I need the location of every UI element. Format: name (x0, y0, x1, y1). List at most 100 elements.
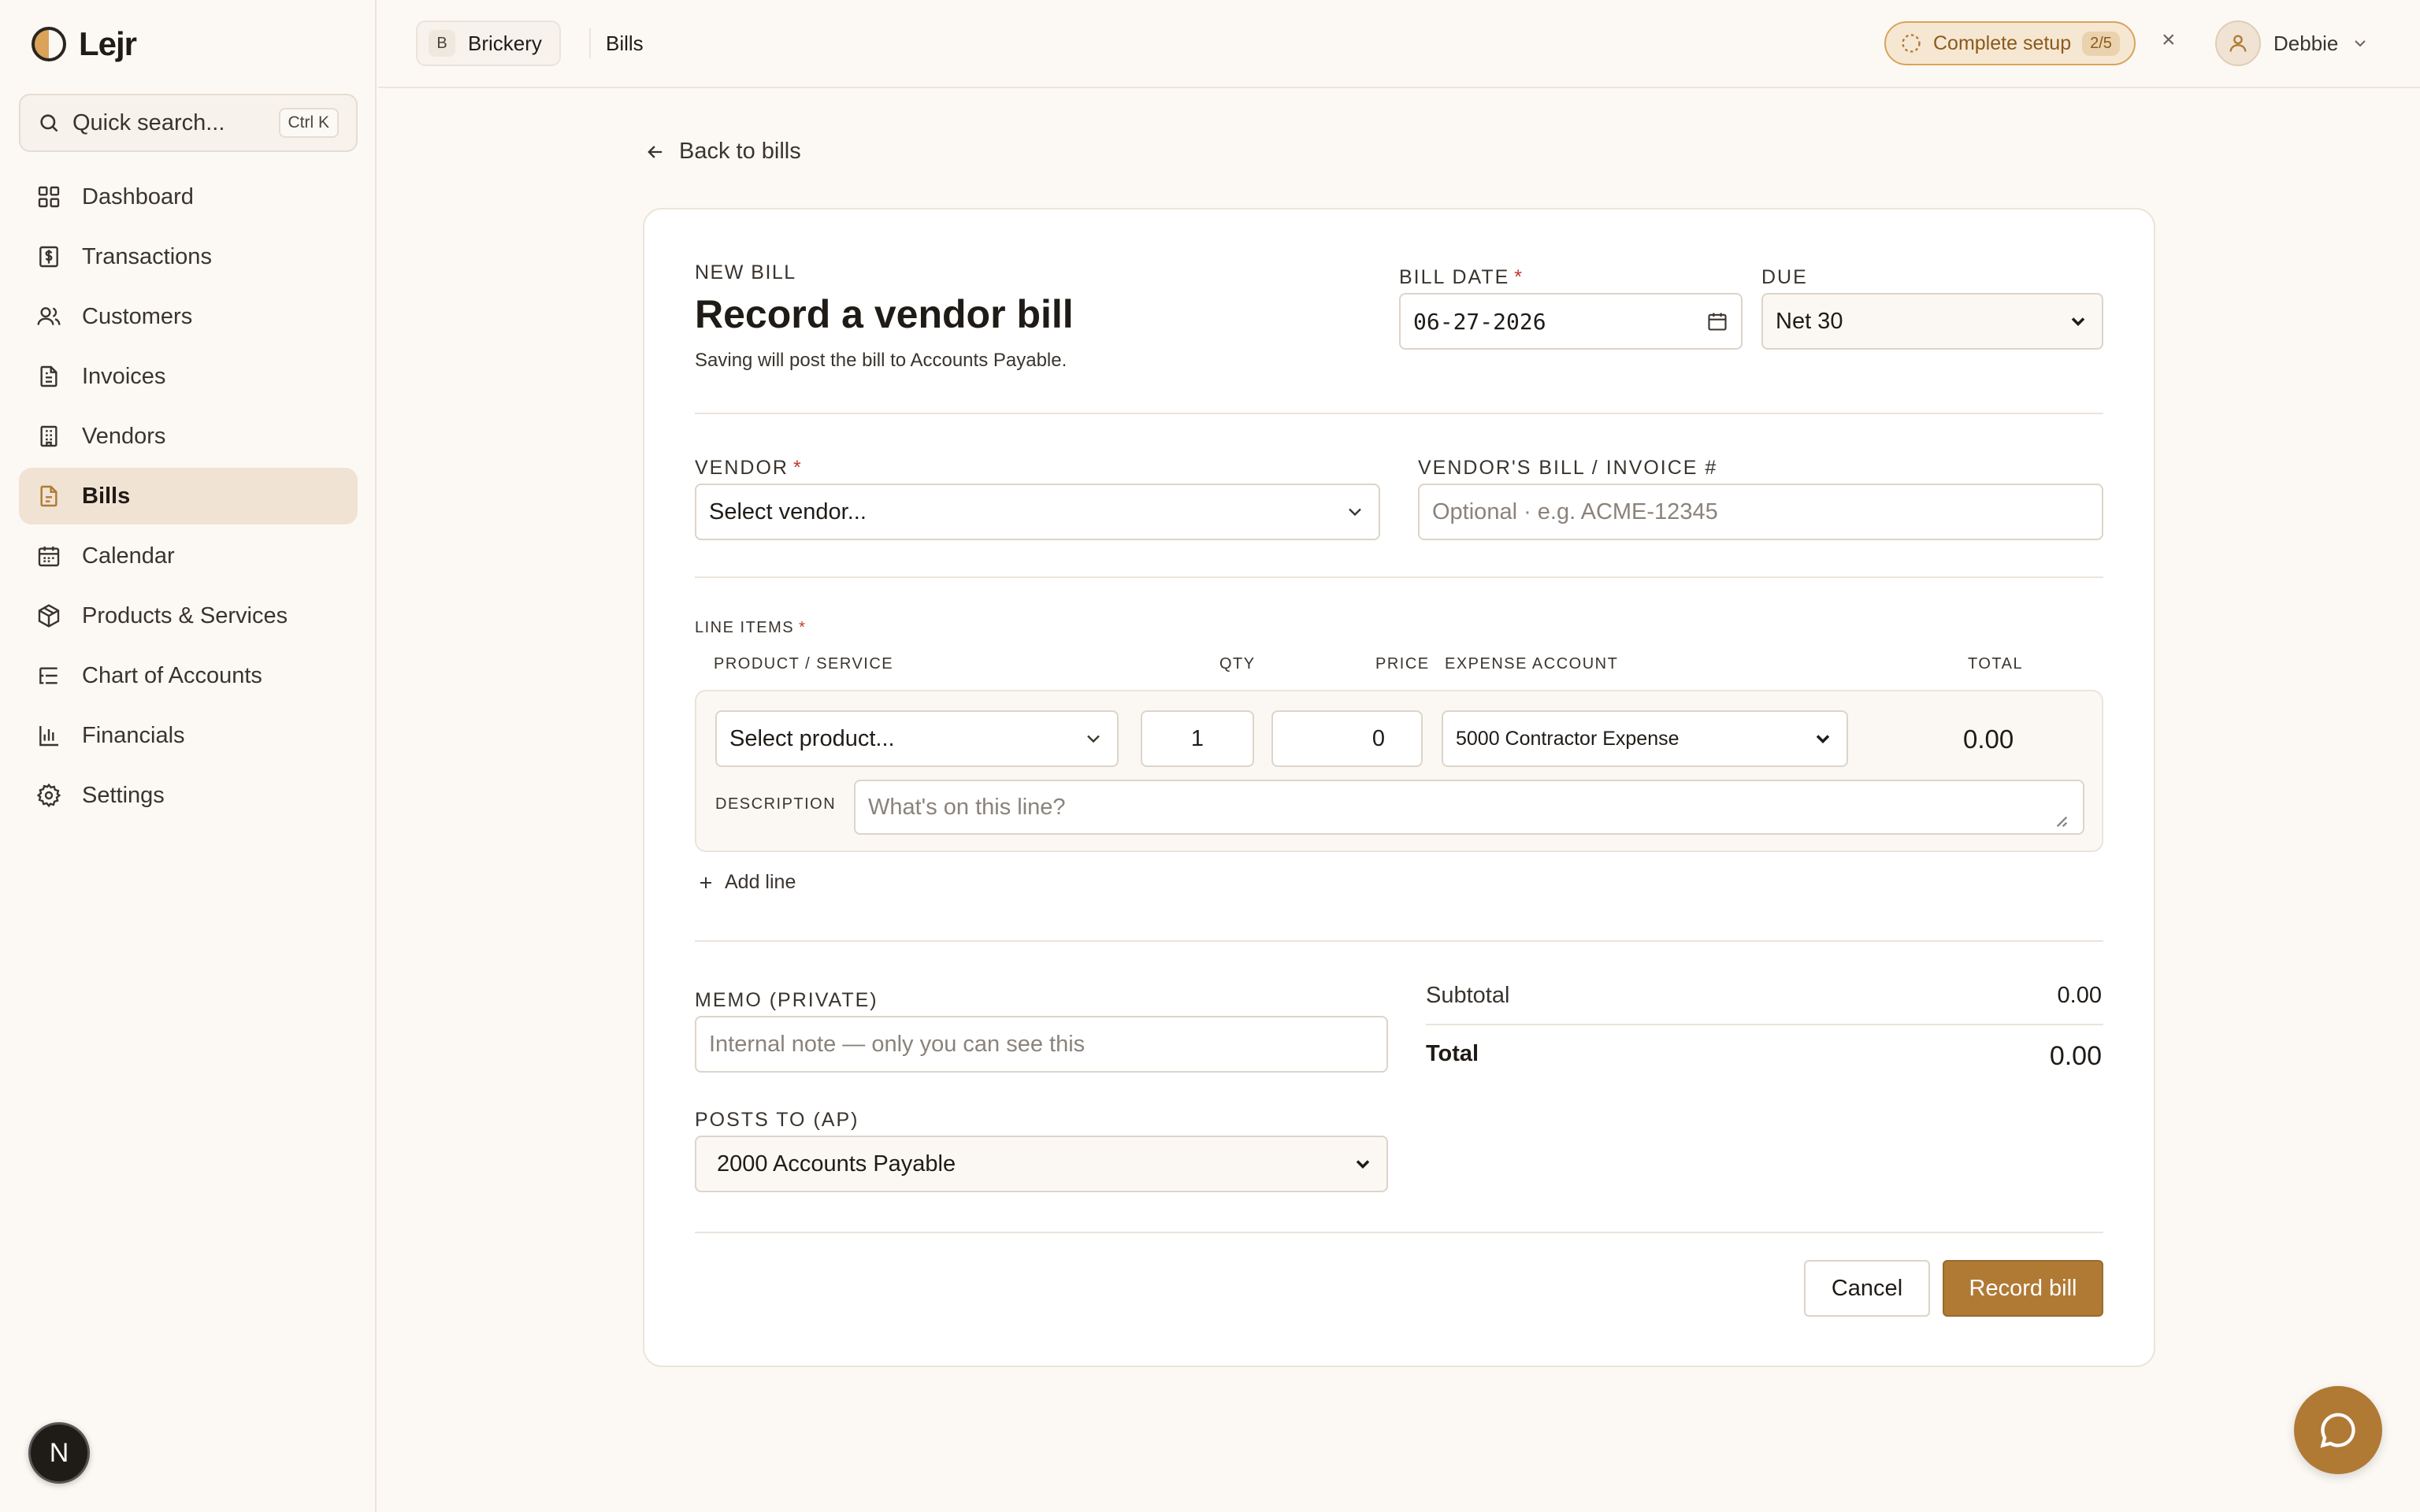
building-icon (40, 425, 58, 447)
subtotal-label: Subtotal (1426, 983, 1510, 1008)
description-placeholder: What's on this line? (868, 794, 1066, 820)
total-value: 0.00 (2049, 1041, 2102, 1071)
memo-input[interactable]: Internal note — only you can see this (695, 1016, 1388, 1073)
posts-to-select[interactable]: 2000 Accounts Payable (695, 1136, 1388, 1192)
due-terms-select[interactable]: Net 30 (1761, 293, 2103, 350)
sidebar-item-products-services[interactable]: Products & Services (19, 587, 358, 644)
section-divider (695, 1232, 2103, 1233)
page-subtitle: Saving will post the bill to Accounts Pa… (695, 350, 1067, 371)
back-to-bills-link[interactable]: Back to bills (644, 139, 801, 165)
summary-divider (1426, 1024, 2103, 1025)
chevron-down-icon (2071, 317, 2085, 326)
record-bill-button[interactable]: Record bill (1943, 1260, 2103, 1317)
chat-button[interactable] (2294, 1386, 2382, 1474)
breadcrumb[interactable]: Bills (606, 32, 644, 56)
vendor-label: VENDOR * (695, 457, 803, 479)
product-placeholder: Select product... (729, 725, 895, 751)
add-line-button[interactable]: Add line (696, 871, 796, 894)
quick-search[interactable]: Quick search... Ctrl K (19, 94, 358, 152)
line-items-label: LINE ITEMS * (695, 619, 807, 636)
vendor-placeholder: Select vendor... (709, 498, 867, 524)
sidebar: Lejr Quick search... Ctrl K Dashboard Tr… (0, 0, 377, 1512)
vendor-invoice-label: VENDOR'S BILL / INVOICE # (1418, 457, 1718, 479)
app-logo[interactable]: Lejr (32, 25, 137, 63)
file-icon (40, 485, 58, 507)
vendor-invoice-input[interactable]: Optional · e.g. ACME-12345 (1418, 484, 2103, 540)
org-switcher[interactable]: B Brickery (416, 20, 561, 66)
app-name: Lejr (79, 25, 137, 62)
bottom-avatar[interactable]: N (28, 1422, 90, 1484)
bill-date-label: BILL DATE * (1399, 266, 1524, 288)
add-line-label: Add line (725, 871, 796, 893)
sidebar-item-invoices[interactable]: Invoices (19, 348, 358, 405)
posts-to-label: POSTS TO (AP) (695, 1109, 859, 1131)
chat-bubble-icon (2320, 1413, 2355, 1448)
sidebar-item-label: Invoices (82, 363, 166, 389)
sidebar-item-dashboard[interactable]: Dashboard (19, 169, 358, 225)
sidebar-item-settings[interactable]: Settings (19, 767, 358, 824)
sidebar-item-transactions[interactable]: Transactions (19, 228, 358, 285)
memo-placeholder: Internal note — only you can see this (709, 1031, 1086, 1057)
sidebar-nav: Dashboard Transactions Customers Invoice… (19, 169, 358, 827)
arrow-left-icon (648, 145, 663, 158)
sidebar-item-calendar[interactable]: Calendar (19, 528, 358, 584)
sidebar-item-label: Bills (82, 483, 131, 509)
org-initial: B (429, 30, 455, 57)
description-label: DESCRIPTION (715, 795, 837, 813)
price-input[interactable]: 0 (1271, 710, 1423, 767)
sidebar-item-customers[interactable]: Customers (19, 288, 358, 345)
calendar-icon[interactable] (1706, 310, 1728, 332)
sidebar-item-vendors[interactable]: Vendors (19, 408, 358, 465)
sidebar-item-label: Vendors (82, 423, 166, 449)
sidebar-item-label: Calendar (82, 543, 175, 569)
product-select[interactable]: Select product... (715, 710, 1119, 767)
sidebar-item-label: Financials (82, 722, 185, 748)
column-product: PRODUCT / SERVICE (714, 655, 894, 673)
posts-to-value: 2000 Accounts Payable (717, 1151, 956, 1177)
bill-date-input[interactable]: 06-27-2026 (1399, 293, 1743, 350)
sidebar-item-financials[interactable]: Financials (19, 707, 358, 764)
expense-account-select[interactable]: 5000 Contractor Expense (1442, 710, 1848, 767)
section-divider (695, 940, 2103, 942)
complete-setup-button[interactable]: Complete setup 2/5 (1884, 21, 2136, 65)
users-icon (37, 307, 61, 325)
org-name: Brickery (468, 31, 542, 55)
sidebar-item-chart-of-accounts[interactable]: Chart of Accounts (19, 647, 358, 704)
bar-chart-icon (39, 726, 58, 747)
resize-handle-icon[interactable] (2048, 808, 2070, 830)
chevron-down-icon (1087, 735, 1100, 743)
chevron-down-icon (1816, 735, 1830, 743)
cancel-button[interactable]: Cancel (1804, 1260, 1930, 1317)
grid-icon (38, 186, 60, 208)
qty-input[interactable]: 1 (1141, 710, 1254, 767)
user-menu[interactable]: Debbie (2215, 20, 2370, 66)
list-tree-icon (39, 667, 58, 684)
page-eyebrow: NEW BILL (695, 261, 796, 284)
description-input[interactable]: What's on this line? (854, 780, 2084, 835)
sidebar-item-label: Products & Services (82, 602, 288, 628)
sidebar-item-label: Customers (82, 303, 193, 329)
due-value: Net 30 (1776, 308, 1843, 334)
chevron-down-icon (2355, 40, 2366, 47)
column-qty: QTY (1219, 655, 1256, 673)
line-item-row: Select product... 1 0 5000 Contractor Ex… (695, 690, 2103, 852)
logo-icon (32, 27, 66, 61)
avatar (2215, 20, 2261, 66)
chevron-down-icon (1356, 1160, 1370, 1169)
close-icon[interactable]: × (2162, 27, 2176, 54)
total-label: Total (1426, 1041, 1479, 1066)
sidebar-item-bills[interactable]: Bills (19, 468, 358, 524)
bill-date-value: 06-27-2026 (1413, 308, 1546, 335)
progress-circle-icon (1902, 34, 1921, 53)
search-icon (40, 114, 58, 132)
subtotal-value: 0.00 (2057, 983, 2102, 1008)
column-price: PRICE (1375, 655, 1430, 673)
vendor-select[interactable]: Select vendor... (695, 484, 1380, 540)
chevron-down-icon (1349, 508, 1361, 517)
sidebar-item-label: Chart of Accounts (82, 662, 262, 688)
line-total: 0.00 (1963, 724, 2014, 754)
gear-icon (36, 783, 61, 808)
search-shortcut: Ctrl K (278, 108, 339, 138)
top-bar: B Brickery Bills Complete setup 2/5 × De… (378, 0, 2420, 88)
section-divider (695, 576, 2103, 578)
